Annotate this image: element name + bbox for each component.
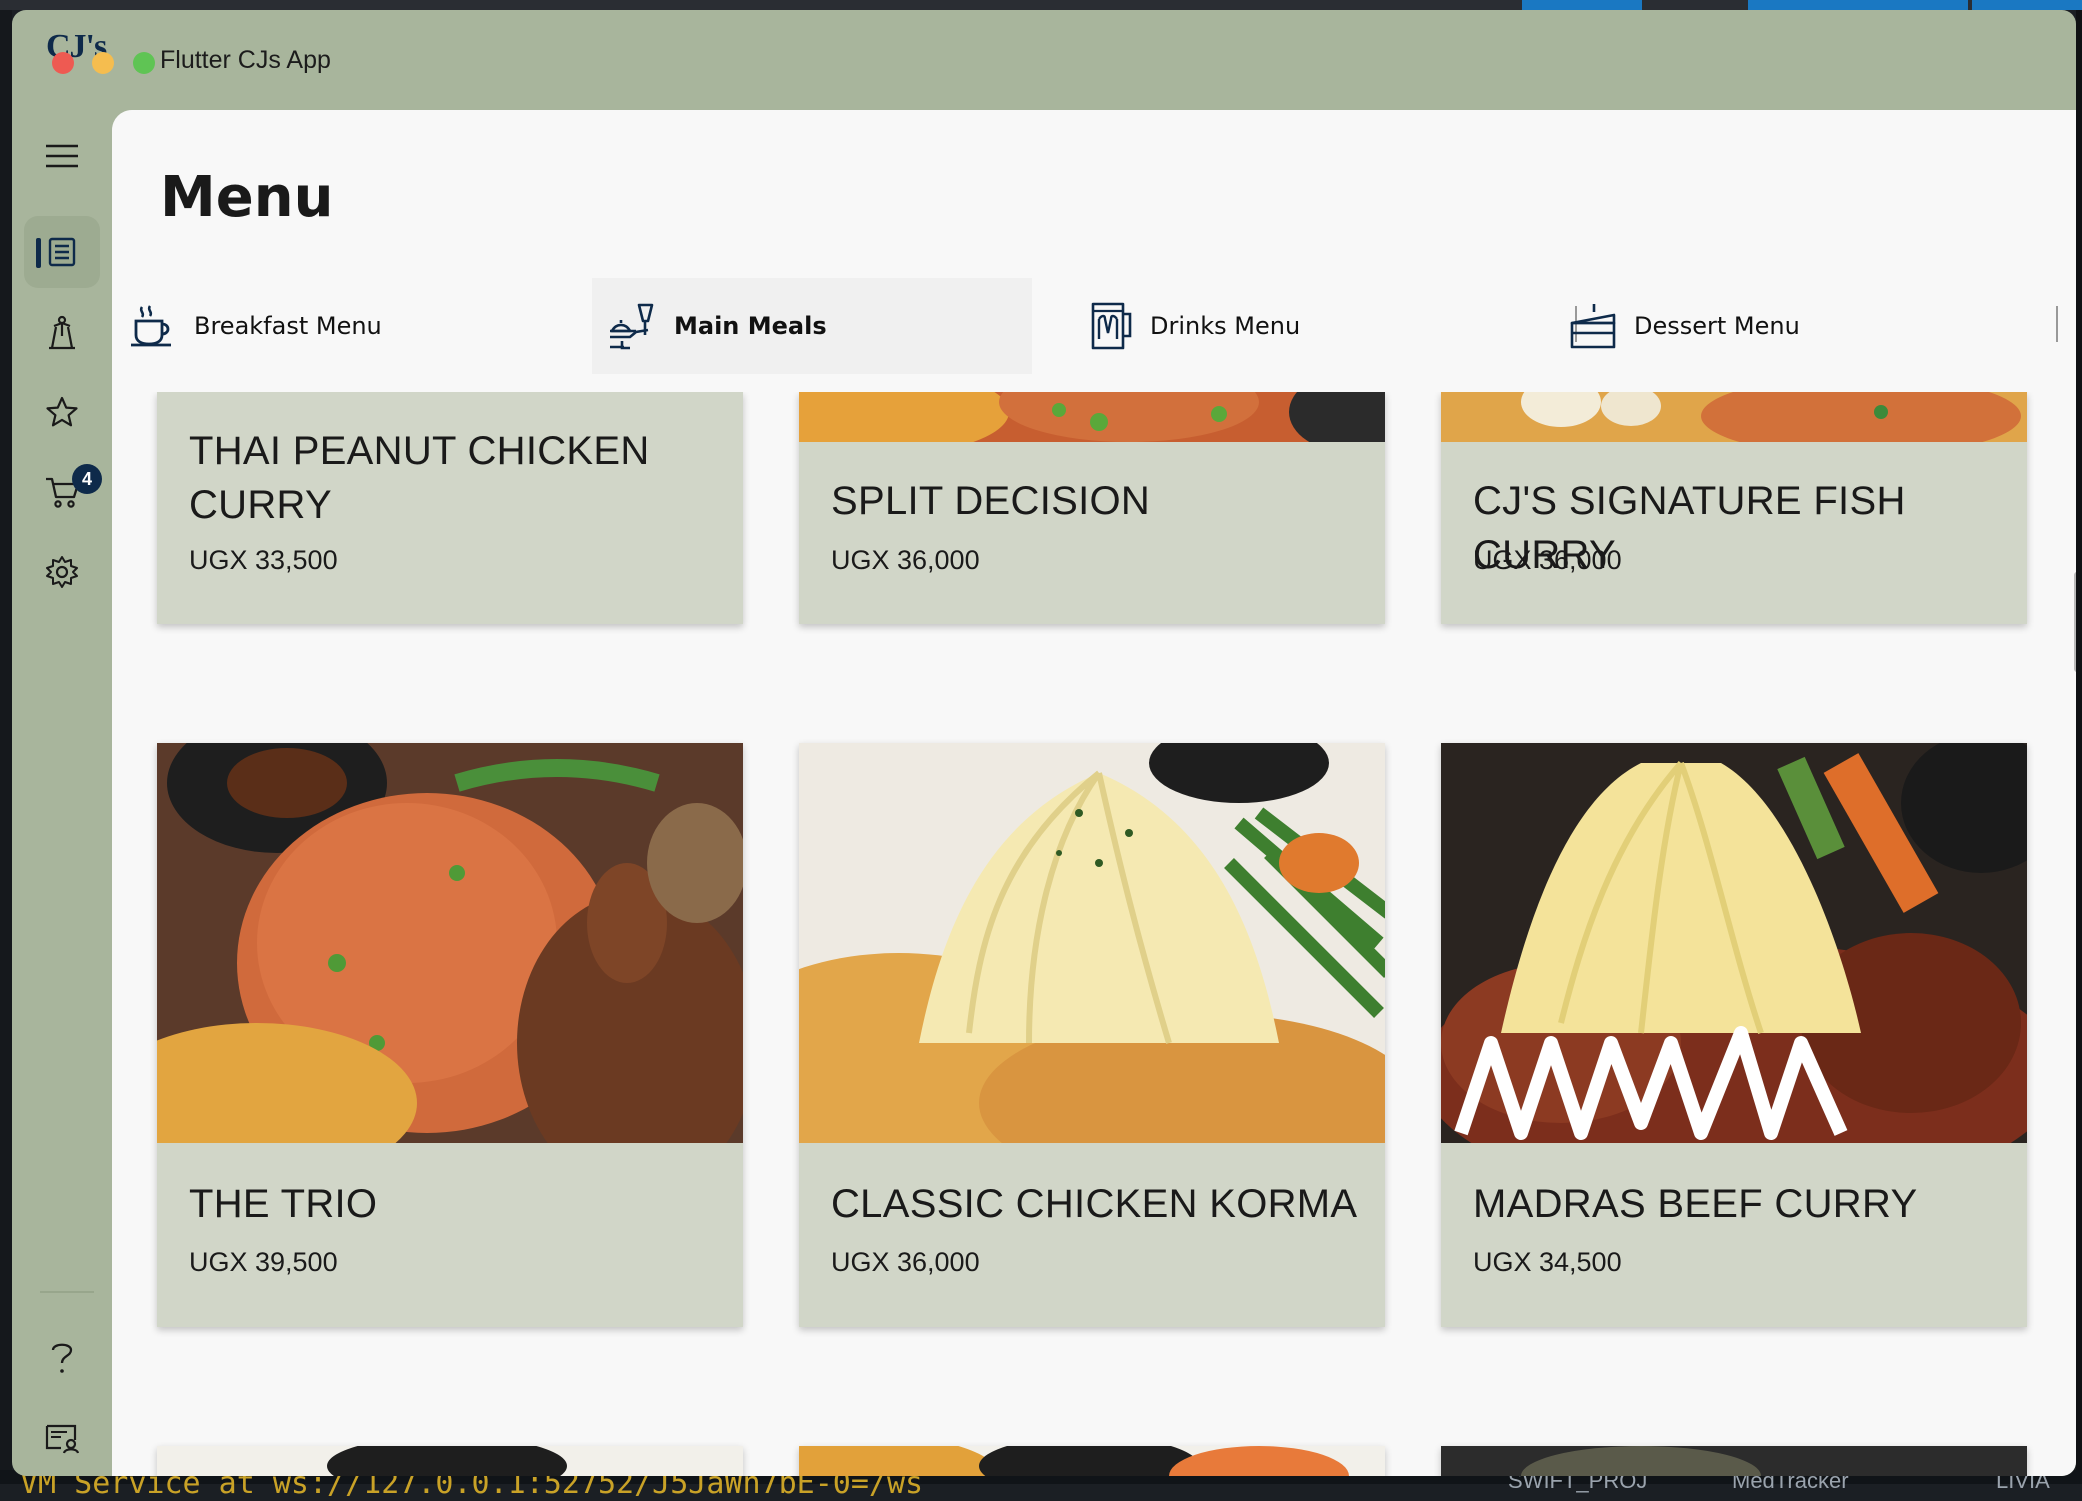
profile-icon <box>45 1424 80 1454</box>
page-title: Menu <box>160 165 334 230</box>
coffee-cup-icon <box>131 305 171 347</box>
waiter-icon <box>49 315 75 350</box>
desktop-right-edge <box>2076 0 2082 1484</box>
cart-count-badge: 4 <box>72 464 102 494</box>
window-title: Flutter CJs App <box>160 46 331 74</box>
menu-card-split-decision[interactable]: SPLIT DECISION UGX 36,000 <box>799 392 1385 624</box>
food-photo <box>799 743 1385 1143</box>
card-info: THAI PEANUT CHICKEN CURRY UGX 33,500 <box>157 392 743 624</box>
rail-item-help[interactable] <box>24 1322 100 1394</box>
menu-category-tabs: Breakfast Menu Main Meals Drinks Menu De… <box>112 278 2076 374</box>
tab-dessert-menu[interactable]: Dessert Menu <box>1552 278 1992 374</box>
card-info: SPLIT DECISION UGX 36,000 <box>799 442 1385 624</box>
rail-active-indicator <box>36 238 41 268</box>
main-content: Menu Breakfast Menu Main Meals Drinks Me… <box>112 110 2076 1476</box>
title-bar: CJ's Flutter CJs App <box>12 10 2076 110</box>
card-price: UGX 39,500 <box>189 1247 338 1277</box>
minimize-window-button[interactable] <box>92 52 114 74</box>
tab-label: Breakfast Menu <box>194 312 382 340</box>
card-info: CLASSIC CHICKEN KORMA UGX 36,000 <box>799 1143 1385 1327</box>
card-price: UGX 33,500 <box>189 545 338 575</box>
rail-item-profile[interactable] <box>24 1402 100 1474</box>
tab-label: Dessert Menu <box>1634 312 1800 340</box>
app-window: CJ's Flutter CJs App 4 Menu Breakfast Me… <box>12 10 2076 1476</box>
rail-item-cart[interactable]: 4 <box>24 456 102 528</box>
card-info: THE TRIO UGX 39,500 <box>157 1143 743 1327</box>
vertical-scrollbar[interactable] <box>2074 572 2076 672</box>
menu-card-madras-beef-curry[interactable]: MADRAS BEEF CURRY UGX 34,500 <box>1441 743 2027 1327</box>
food-photo <box>1441 1446 2027 1476</box>
menu-card-partial[interactable] <box>157 1446 743 1476</box>
menu-card-the-trio[interactable]: THE TRIO UGX 39,500 <box>157 743 743 1327</box>
beer-mug-icon <box>1091 302 1132 350</box>
food-photo <box>157 1446 743 1476</box>
card-name: CLASSIC CHICKEN KORMA <box>831 1182 1358 1226</box>
card-info: CJ'S SIGNATURE FISH CURRY UGX 36,000 <box>1441 442 2027 624</box>
card-price: UGX 36,000 <box>1473 545 1622 575</box>
menu-list-icon <box>48 237 76 267</box>
food-photo <box>157 743 743 1143</box>
desktop-top-strip <box>0 0 2082 10</box>
card-price: UGX 34,500 <box>1473 1247 1622 1277</box>
food-photo <box>799 392 1385 442</box>
menu-card-thai-peanut-chicken-curry[interactable]: THAI PEANUT CHICKEN CURRY UGX 33,500 <box>157 392 743 624</box>
card-price: UGX 36,000 <box>831 545 980 575</box>
rail-item-settings[interactable] <box>24 536 100 608</box>
rail-item-menu[interactable] <box>24 216 100 288</box>
menu-card-partial[interactable] <box>799 1446 1385 1476</box>
cake-icon <box>1570 304 1616 349</box>
food-photo <box>799 1446 1385 1476</box>
navigation-rail: 4 <box>12 110 112 1476</box>
tab-breakfast-menu[interactable]: Breakfast Menu <box>112 278 552 374</box>
card-name: THE TRIO <box>189 1182 378 1226</box>
maximize-window-button[interactable] <box>133 52 155 74</box>
tab-label: Drinks Menu <box>1150 312 1301 340</box>
tab-label: Main Meals <box>674 312 827 340</box>
rail-menu-toggle[interactable] <box>24 120 100 192</box>
meal-icon <box>610 303 654 350</box>
tab-main-meals[interactable]: Main Meals <box>592 278 1032 374</box>
help-icon <box>51 1343 73 1373</box>
card-name: MADRAS BEEF CURRY <box>1473 1182 1918 1226</box>
rail-item-favorites[interactable] <box>24 376 100 448</box>
star-icon <box>46 396 78 427</box>
card-name: THAI PEANUT CHICKEN CURRY <box>189 429 650 527</box>
food-photo <box>1441 743 2027 1143</box>
menu-grid: THAI PEANUT CHICKEN CURRY UGX 33,500 SPL… <box>112 392 2076 1476</box>
rail-divider <box>40 1291 94 1293</box>
menu-card-classic-chicken-korma[interactable]: CLASSIC CHICKEN KORMA UGX 36,000 <box>799 743 1385 1327</box>
tab-divider <box>2056 306 2058 342</box>
gear-icon <box>46 556 78 588</box>
desktop-left-edge <box>0 0 12 1484</box>
card-price: UGX 36,000 <box>831 1247 980 1277</box>
menu-hamburger-icon <box>46 144 78 168</box>
tab-drinks-menu[interactable]: Drinks Menu <box>1072 278 1512 374</box>
card-name: SPLIT DECISION <box>831 479 1151 523</box>
rail-item-service[interactable] <box>24 296 100 368</box>
menu-card-partial[interactable] <box>1441 1446 2027 1476</box>
food-photo <box>1441 392 2027 442</box>
close-window-button[interactable] <box>52 52 74 74</box>
card-info: MADRAS BEEF CURRY UGX 34,500 <box>1441 1143 2027 1327</box>
menu-card-cjs-signature-fish-curry[interactable]: CJ'S SIGNATURE FISH CURRY UGX 36,000 <box>1441 392 2027 624</box>
